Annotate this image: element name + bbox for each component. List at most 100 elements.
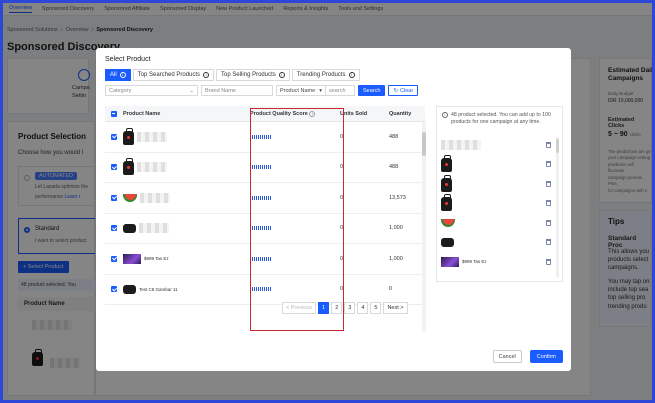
row-checkbox[interactable]: [111, 194, 117, 201]
info-icon: i: [442, 112, 448, 118]
trash-icon[interactable]: [546, 200, 551, 207]
row-checkbox[interactable]: [111, 164, 117, 171]
pagination: < Previous 1 2 3 4 5 Next >: [282, 302, 408, 314]
tab-all[interactable]: All i: [105, 69, 131, 81]
selected-item-label: $999 Tas Ez: [462, 259, 487, 265]
trash-icon[interactable]: [546, 180, 551, 187]
selected-item: [441, 174, 551, 194]
modal-title: Select Product: [105, 56, 151, 63]
tab-label: Top Selling Products: [221, 72, 276, 78]
tab-trending-products[interactable]: Trending Products i: [291, 69, 360, 81]
product-speaker-image: [123, 223, 136, 233]
product-name: $999 Tas Ez: [144, 256, 169, 262]
units-sold-cell: 0: [340, 133, 344, 140]
units-sold-cell: 0: [340, 286, 344, 293]
brand-placeholder: Brand Name: [205, 87, 236, 94]
tab-label: Top Searched Products: [137, 72, 201, 78]
page-button-2[interactable]: 2: [331, 302, 343, 314]
row-checkbox[interactable]: [111, 133, 117, 140]
screen: Overview Sponsored Discovery Sponsored Aff…: [3, 3, 652, 400]
confirm-button[interactable]: Confirm: [529, 350, 563, 363]
quantity-cell: 1,000: [389, 225, 403, 232]
product-speaker-image: [123, 284, 136, 294]
quantity-cell: 488: [389, 164, 399, 171]
trash-icon[interactable]: [546, 219, 551, 226]
select-all-checkbox[interactable]: [111, 110, 117, 117]
search-field-label: Product Name: [280, 87, 316, 94]
refresh-icon: ↻: [393, 87, 399, 94]
category-placeholder: Category: [109, 87, 132, 94]
tab-top-searched-products[interactable]: Top Searched Products i: [132, 69, 215, 81]
selected-item: [441, 194, 551, 214]
product-tabs: All i Top Searched Products i Top Selling Pr…: [105, 69, 360, 81]
info-icon: i: [278, 72, 285, 78]
info-icon: i: [348, 72, 355, 78]
selected-list: $999 Tas Ez: [441, 135, 551, 272]
page-button-4[interactable]: 4: [357, 302, 369, 314]
search-field-select[interactable]: Product Name ▾: [276, 85, 326, 96]
quantity-cell: 0: [389, 286, 393, 293]
tab-label: Trending Products: [296, 72, 346, 78]
row-checkbox[interactable]: [111, 225, 117, 232]
trash-icon[interactable]: [546, 239, 551, 246]
selected-products-panel: i 48 product selected. You can add up to…: [436, 106, 563, 282]
trash-icon[interactable]: [546, 161, 551, 168]
search-button[interactable]: Search: [358, 85, 386, 96]
selected-note: i 48 product selected. You can add up to…: [437, 107, 562, 126]
quantity-cell: 1,000: [389, 255, 403, 262]
row-checkbox[interactable]: [111, 255, 117, 262]
product-bag-image: [441, 194, 452, 212]
product-speaker-image: [441, 237, 454, 247]
product-poster-image: [441, 256, 459, 267]
selected-item: $999 Tas Ez: [441, 252, 551, 272]
product-cell: $999 Tas Ez: [123, 253, 244, 264]
product-name-redacted: [137, 131, 167, 142]
col-product-name: Product Name: [123, 110, 161, 117]
filter-bar: Category ⌄ Brand Name Product Name ▾ sea…: [105, 85, 419, 96]
product-bag-image: [441, 155, 452, 173]
caret-down-icon: ▾: [319, 87, 322, 94]
info-icon: i: [203, 72, 210, 78]
trash-icon[interactable]: [546, 141, 551, 148]
quantity-cell: 13,573: [389, 194, 406, 201]
units-sold-cell: 0: [340, 164, 344, 171]
product-bag-image: [441, 174, 452, 192]
trash-icon[interactable]: [546, 258, 551, 265]
cancel-button[interactable]: Cancel: [492, 350, 522, 363]
page-button-3[interactable]: 3: [344, 302, 356, 314]
product-name-redacted: [139, 223, 169, 234]
product-cell: [123, 223, 244, 234]
clear-button[interactable]: ↻ Clear: [388, 85, 419, 96]
product-watermelon-image: [441, 218, 455, 227]
select-product-modal: Select Product All i Top Searched Products…: [96, 48, 571, 371]
row-checkbox[interactable]: [111, 286, 117, 293]
info-icon: i: [119, 72, 126, 78]
product-poster-image: [123, 253, 141, 264]
page-button-5[interactable]: 5: [370, 302, 382, 314]
product-group-image: [441, 139, 481, 150]
chevron-down-icon: ⌄: [189, 87, 194, 94]
selected-scrollbar[interactable]: [556, 137, 559, 277]
col-quantity: Quantity: [389, 110, 412, 117]
product-cell: Test C8 Gambar 11: [123, 284, 244, 294]
product-bag-image: [123, 158, 134, 176]
search-input[interactable]: search: [326, 85, 355, 96]
search-placeholder: search: [329, 87, 346, 94]
quality-score-highlight: [250, 108, 344, 331]
product-cell: [123, 158, 244, 176]
product-bag-image: [123, 127, 134, 145]
tab-top-selling-products[interactable]: Top Selling Products i: [216, 69, 290, 81]
brand-name-input[interactable]: Brand Name: [201, 85, 273, 96]
units-sold-cell: 0: [340, 225, 344, 232]
next-page-button[interactable]: Next >: [383, 302, 408, 314]
category-select[interactable]: Category ⌄: [105, 85, 198, 96]
units-sold-cell: 0: [340, 194, 344, 201]
product-name: Test C8 Gambar 11: [139, 286, 178, 292]
product-watermelon-image: [123, 193, 137, 202]
prev-page-button[interactable]: < Previous: [282, 302, 317, 314]
selected-item: [441, 155, 551, 175]
quantity-cell: 488: [389, 133, 399, 140]
clear-label: Clear: [400, 87, 414, 94]
page-button-1[interactable]: 1: [318, 302, 330, 314]
table-scrollbar[interactable]: [422, 122, 426, 332]
